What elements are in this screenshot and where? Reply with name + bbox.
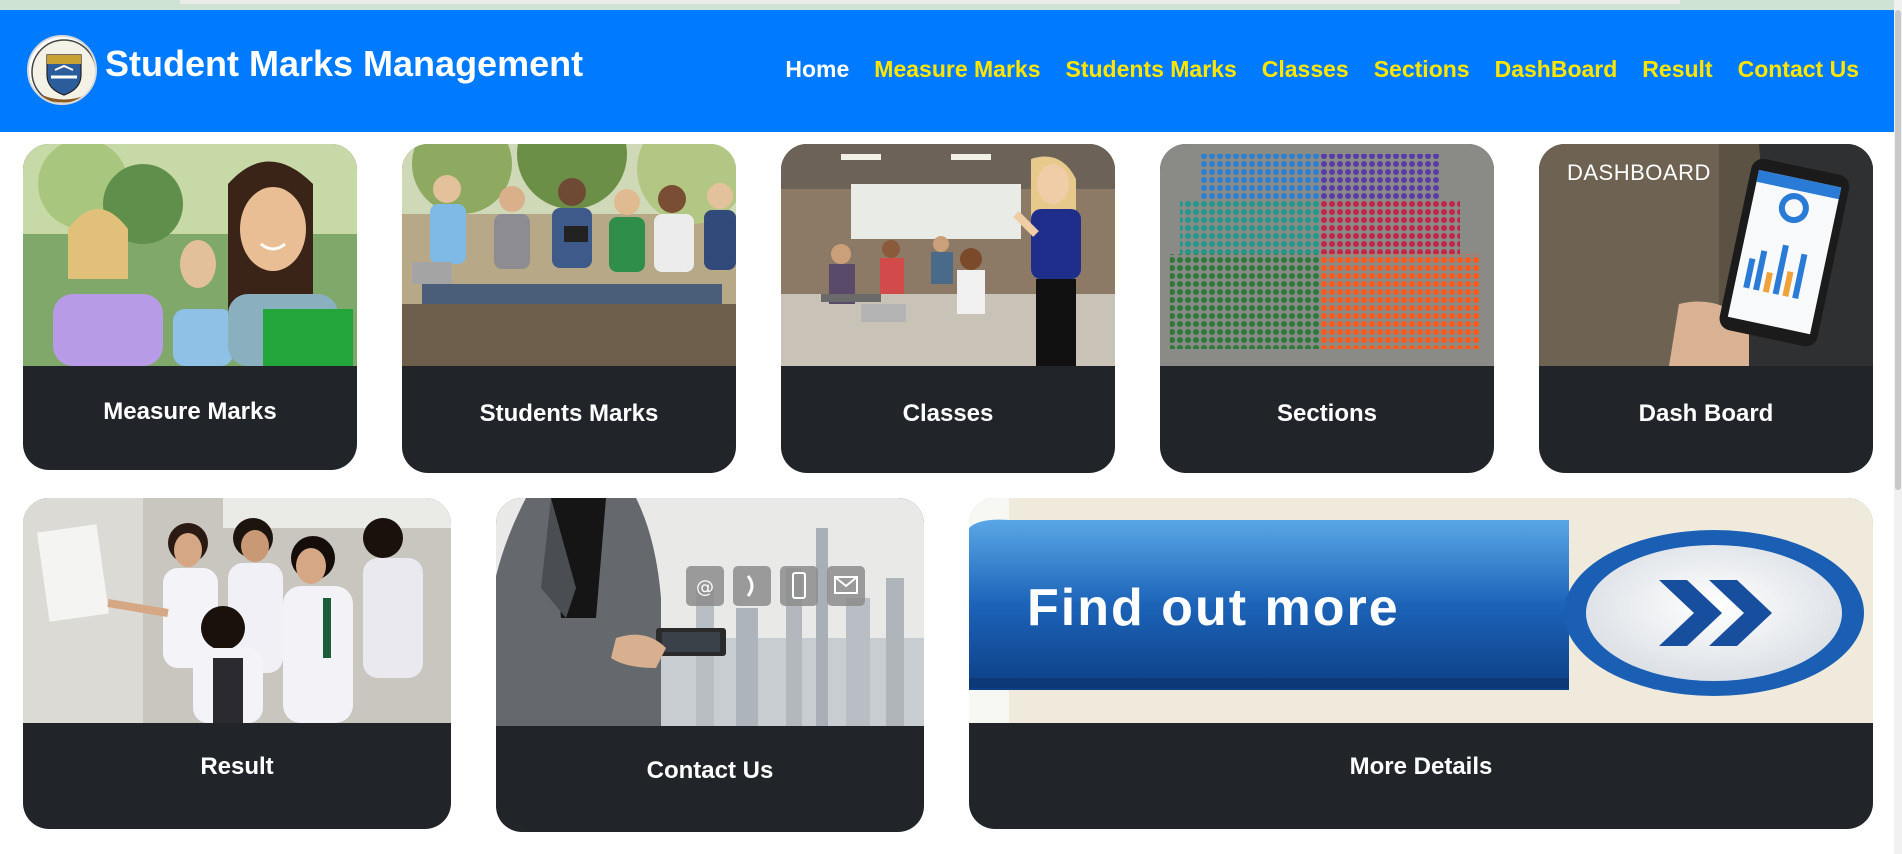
classroom-photo <box>781 144 1115 366</box>
main-nav: Home Measure Marks Students Marks Classe… <box>785 56 1859 83</box>
nav-measure-marks[interactable]: Measure Marks <box>874 56 1040 83</box>
university-crest-icon[interactable] <box>27 35 97 105</box>
browser-top-strip <box>0 0 1902 10</box>
students-sitting-photo <box>402 144 736 366</box>
card-label: Students Marks <box>479 400 659 427</box>
nav-contact-us[interactable]: Contact Us <box>1738 56 1859 83</box>
page-scrollbar[interactable] <box>1894 0 1902 854</box>
nav-result[interactable]: Result <box>1642 56 1712 83</box>
nav-students-marks[interactable]: Students Marks <box>1065 56 1236 83</box>
card-sections[interactable]: Sections <box>1160 144 1494 473</box>
nav-sections[interactable]: Sections <box>1374 56 1470 83</box>
find-out-more-banner: Find out more <box>969 498 1873 723</box>
dashboard-overlay-text: DASHBOARD <box>1567 160 1711 185</box>
card-more-details[interactable]: Find out more More Details <box>969 498 1873 829</box>
scrollbar-thumb[interactable] <box>1895 10 1901 490</box>
card-students-marks[interactable]: Students Marks <box>402 144 736 473</box>
students-reading-results-photo <box>23 498 451 723</box>
card-contact-us[interactable]: @ Contact Us <box>496 498 924 832</box>
nav-dashboard[interactable]: DashBoard <box>1495 56 1618 83</box>
site-title[interactable]: Student Marks Management <box>105 43 583 85</box>
students-smiling-photo <box>23 144 357 366</box>
nav-home[interactable]: Home <box>785 56 849 83</box>
student-groups-aerial-photo <box>1160 144 1494 366</box>
card-label: Measure Marks <box>103 398 277 425</box>
card-label: Dash Board <box>1638 400 1774 427</box>
card-dashboard[interactable]: DASHBOARD Dash Board <box>1539 144 1873 473</box>
businessman-tablet-photo: @ <box>496 498 924 726</box>
navbar: Student Marks Management Home Measure Ma… <box>0 10 1894 132</box>
card-classes[interactable]: Classes <box>781 144 1115 473</box>
card-label: More Details <box>1349 753 1493 780</box>
card-label: Contact Us <box>646 757 774 784</box>
nav-classes[interactable]: Classes <box>1262 56 1349 83</box>
svg-text:@: @ <box>696 577 714 598</box>
card-label: Result <box>200 753 274 780</box>
card-label: Sections <box>1276 400 1378 427</box>
card-label: Classes <box>902 400 994 427</box>
browser-top-bar <box>180 0 1680 4</box>
dashboard-phone-photo: DASHBOARD <box>1539 144 1873 366</box>
card-measure-marks[interactable]: Measure Marks <box>23 144 357 470</box>
card-result[interactable]: Result <box>23 498 451 829</box>
banner-text: Find out more <box>1027 579 1400 637</box>
